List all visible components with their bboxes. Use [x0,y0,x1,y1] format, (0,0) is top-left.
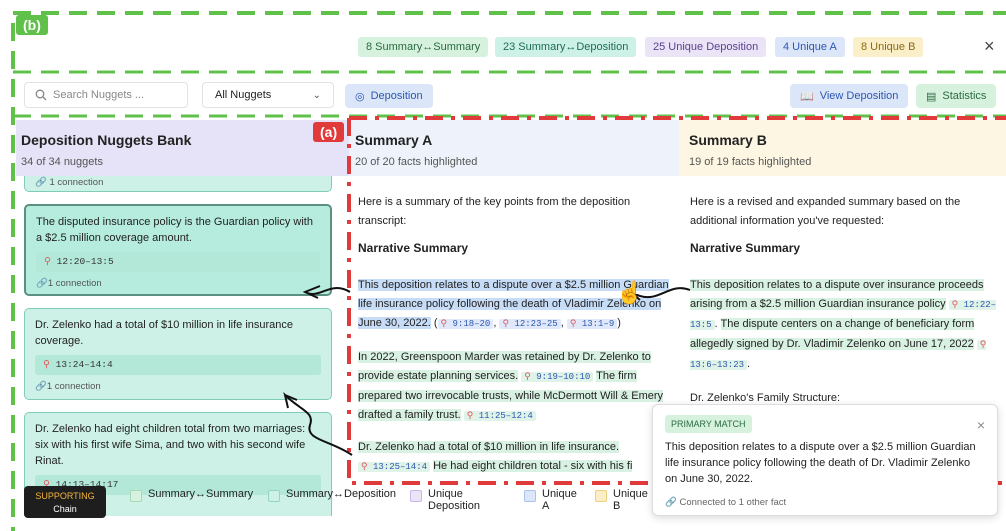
legend-label: Unique A [542,488,577,512]
link-icon: 🔗 [665,497,677,508]
legend-unique-deposition: Unique Deposition [410,488,484,512]
legend-label: Summary↔Summary [148,488,254,500]
popup-text: This deposition relates to a dispute ove… [665,441,976,485]
legend-unique-a: Unique A [524,488,582,512]
badge-line-2: Chain [53,504,77,514]
hand-cursor-icon: ☝ [616,280,644,305]
legend-unique-b: Unique B [595,488,653,512]
primary-match-tag: PRIMARY MATCH [665,415,752,433]
badge-line-1: SUPPORTING [35,491,95,501]
popup-close-icon[interactable]: × [977,417,985,433]
legend-summary-deposition: Summary↔Deposition [268,488,396,502]
legend-label: Unique B [613,488,648,512]
popup-footer: Connected to 1 other fact [679,497,787,508]
primary-match-popup[interactable]: PRIMARY MATCH × This deposition relates … [652,404,998,516]
supporting-chain-badge: SUPPORTING Chain [24,486,106,518]
legend-summary-summary: Summary↔Summary [130,488,253,502]
legend-label: Summary↔Deposition [286,488,397,500]
legend-label: Unique Deposition [428,488,480,512]
